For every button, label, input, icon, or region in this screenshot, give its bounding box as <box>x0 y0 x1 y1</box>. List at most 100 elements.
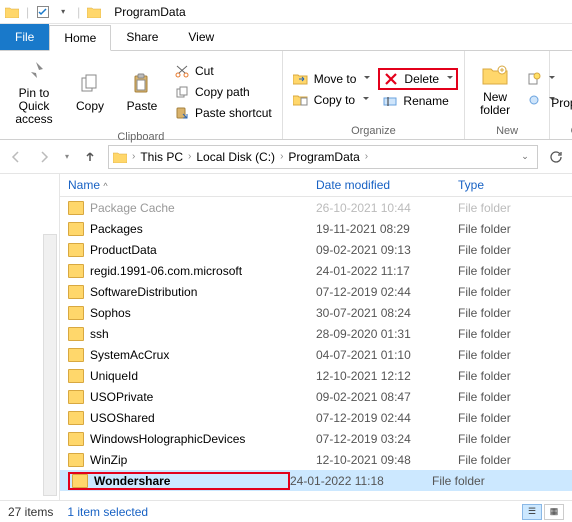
column-date[interactable]: Date modified <box>316 178 458 192</box>
view-icons-button[interactable]: ▦ <box>544 504 564 520</box>
table-row[interactable]: regid.1991-06.com.microsoft24-01-2022 11… <box>60 260 572 281</box>
easy-access-icon <box>527 92 541 108</box>
properties-label: Properties <box>551 97 572 110</box>
table-row[interactable]: ProductData09-02-2021 09:13File folder <box>60 239 572 260</box>
tab-view[interactable]: View <box>173 24 229 50</box>
folder-icon <box>4 4 20 20</box>
file-date: 09-02-2021 09:13 <box>316 243 458 257</box>
file-date: 09-02-2021 08:47 <box>316 390 458 404</box>
qa-caret-icon[interactable]: ▾ <box>55 4 71 20</box>
copy-to-label: Copy to <box>314 93 355 107</box>
column-type[interactable]: Type <box>458 178 572 192</box>
navigation-pane[interactable] <box>0 174 60 500</box>
file-name: Wondershare <box>94 474 286 488</box>
pin-to-quick-access-button[interactable]: Pin to Quick access <box>6 55 62 129</box>
crumb-this-pc[interactable]: This PC <box>138 150 185 164</box>
table-row[interactable]: USOPrivate09-02-2021 08:47File folder <box>60 386 572 407</box>
table-row[interactable]: SystemAcCrux04-07-2021 01:10File folder <box>60 344 572 365</box>
cut-button[interactable]: Cut <box>170 61 276 81</box>
file-type: File folder <box>458 432 572 446</box>
table-row[interactable]: Sophos30-07-2021 08:24File folder <box>60 302 572 323</box>
nav-scrollbar[interactable] <box>43 234 57 496</box>
folder-icon <box>68 453 84 467</box>
copy-path-label: Copy path <box>195 85 250 99</box>
file-name: regid.1991-06.com.microsoft <box>90 264 316 278</box>
delete-button[interactable]: Delete <box>378 68 458 90</box>
table-row[interactable]: USOShared07-12-2019 02:44File folder <box>60 407 572 428</box>
nav-up-button[interactable] <box>80 147 100 167</box>
column-name[interactable]: Name ^ <box>68 178 316 192</box>
address-folder-icon[interactable] <box>111 151 129 163</box>
crumb-drive[interactable]: Local Disk (C:) <box>194 150 277 164</box>
move-to-label: Move to <box>314 72 357 86</box>
table-row[interactable]: Package Cache26-10-2021 10:44File folder <box>60 197 572 218</box>
cut-label: Cut <box>195 64 214 78</box>
file-type: File folder <box>458 348 572 362</box>
clipboard-group-label: Clipboard <box>117 129 164 143</box>
nav-forward-button[interactable] <box>34 147 54 167</box>
copy-path-button[interactable]: Copy path <box>170 82 276 102</box>
new-folder-button[interactable]: New folder <box>471 59 519 119</box>
table-row[interactable]: UniqueId12-10-2021 12:12File folder <box>60 365 572 386</box>
file-type: File folder <box>458 264 572 278</box>
properties-button[interactable]: Properties <box>556 65 572 112</box>
tab-home[interactable]: Home <box>49 25 111 51</box>
copy-button[interactable]: Copy <box>66 68 114 115</box>
copy-to-button[interactable]: Copy to <box>289 90 375 110</box>
status-selection: 1 item selected <box>67 505 148 519</box>
file-date: 12-10-2021 09:48 <box>316 453 458 467</box>
table-row[interactable]: Wondershare24-01-2022 11:18File folder <box>60 470 572 491</box>
chevron-right-icon[interactable]: › <box>187 151 192 162</box>
file-name: UniqueId <box>90 369 316 383</box>
paste-button[interactable]: Paste <box>118 68 166 115</box>
ribbon-group-open: Properties Open <box>550 51 572 139</box>
address-dropdown-icon[interactable]: ⌄ <box>515 147 535 167</box>
folder-icon <box>68 348 84 362</box>
view-details-button[interactable]: ☰ <box>522 504 542 520</box>
file-date: 24-01-2022 11:17 <box>316 264 458 278</box>
folder-icon <box>68 369 84 383</box>
file-date: 04-07-2021 01:10 <box>316 348 458 362</box>
file-list[interactable]: Package Cache26-10-2021 10:44File folder… <box>60 197 572 500</box>
table-row[interactable]: SoftwareDistribution07-12-2019 02:44File… <box>60 281 572 302</box>
table-row[interactable]: WindowsHolographicDevices07-12-2019 03:2… <box>60 428 572 449</box>
file-name: SystemAcCrux <box>90 348 316 362</box>
ribbon-group-clipboard: Pin to Quick access Copy Paste <box>0 51 283 139</box>
title-bar: | ▾ | ProgramData <box>0 0 572 24</box>
crumb-folder[interactable]: ProgramData <box>286 150 361 164</box>
file-type: File folder <box>458 411 572 425</box>
address-bar[interactable]: › This PC › Local Disk (C:) › ProgramDat… <box>108 145 538 169</box>
tab-share[interactable]: Share <box>111 24 173 50</box>
folder-icon <box>68 201 84 215</box>
window-folder-icon <box>86 4 102 20</box>
new-item-button[interactable] <box>523 69 543 89</box>
checkbox-icon[interactable] <box>35 4 51 20</box>
copy-label: Copy <box>76 100 104 113</box>
file-type: File folder <box>458 390 572 404</box>
move-to-button[interactable]: Move to <box>289 69 375 89</box>
folder-icon <box>68 264 84 278</box>
file-name: USOShared <box>90 411 316 425</box>
folder-icon <box>68 390 84 404</box>
rename-label: Rename <box>403 94 448 108</box>
easy-access-button[interactable] <box>523 90 543 110</box>
nav-back-button[interactable] <box>6 147 26 167</box>
table-row[interactable]: Packages19-11-2021 08:29File folder <box>60 218 572 239</box>
navigation-bar: ▾ › This PC › Local Disk (C:) › ProgramD… <box>0 140 572 174</box>
nav-history-caret[interactable]: ▾ <box>62 147 72 167</box>
folder-icon <box>68 285 84 299</box>
tab-file[interactable]: File <box>0 24 49 50</box>
paste-label: Paste <box>127 100 158 113</box>
ribbon: Pin to Quick access Copy Paste <box>0 50 572 140</box>
folder-icon <box>68 306 84 320</box>
rename-button[interactable]: Rename <box>378 91 458 111</box>
paste-shortcut-button[interactable]: Paste shortcut <box>170 103 276 123</box>
file-date: 26-10-2021 10:44 <box>316 201 458 215</box>
chevron-right-icon[interactable]: › <box>131 151 136 162</box>
table-row[interactable]: WinZip12-10-2021 09:48File folder <box>60 449 572 470</box>
chevron-right-icon[interactable]: › <box>279 151 284 162</box>
refresh-button[interactable] <box>546 147 566 167</box>
folder-icon <box>72 474 88 488</box>
chevron-right-icon[interactable]: › <box>364 151 369 162</box>
table-row[interactable]: ssh28-09-2020 01:31File folder <box>60 323 572 344</box>
